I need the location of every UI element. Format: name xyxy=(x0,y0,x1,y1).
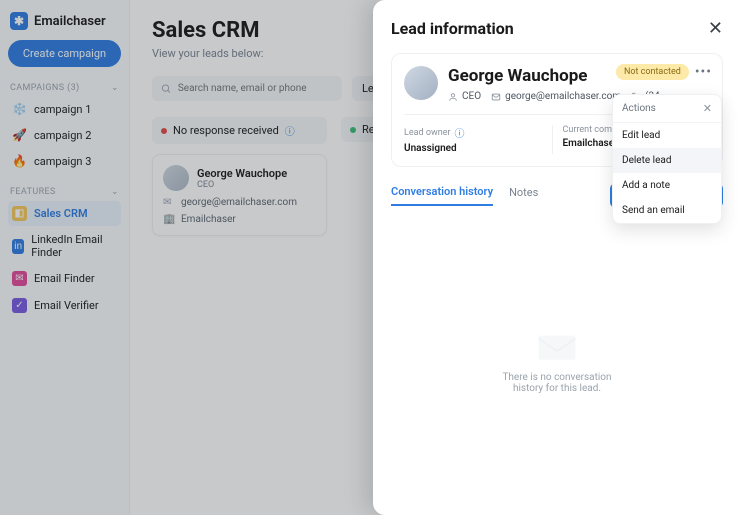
action-delete-lead[interactable]: Delete lead xyxy=(613,148,721,173)
empty-state: There is no conversation history for thi… xyxy=(391,208,723,515)
action-add-note[interactable]: Add a note xyxy=(613,173,721,198)
actions-close-button[interactable]: ✕ xyxy=(703,102,712,115)
lead-role: CEO xyxy=(448,91,481,102)
owner-label: Lead owner xyxy=(404,128,451,138)
lead-info-modal: Lead information ✕ Not contacted ••• Geo… xyxy=(373,0,741,515)
envelope-icon xyxy=(533,330,581,364)
user-icon xyxy=(448,92,458,102)
action-send-email[interactable]: Send an email xyxy=(613,198,721,223)
status-badge: Not contacted xyxy=(616,64,689,80)
actions-header: Actions xyxy=(622,103,656,114)
info-icon[interactable]: ⓘ xyxy=(455,125,465,140)
tab-notes[interactable]: Notes xyxy=(509,186,538,205)
actions-menu: Actions ✕ Edit lead Delete lead Add a no… xyxy=(612,94,722,224)
avatar xyxy=(404,66,438,100)
lead-email: george@emailchaser.com xyxy=(491,91,621,102)
lead-summary: Not contacted ••• George Wauchope CEO ge… xyxy=(391,53,723,167)
empty-line-2: history for this lead. xyxy=(502,383,611,394)
close-button[interactable]: ✕ xyxy=(708,18,723,39)
tab-conversation-history[interactable]: Conversation history xyxy=(391,185,493,206)
owner-value: Unassigned xyxy=(404,143,542,154)
empty-line-1: There is no conversation xyxy=(502,372,611,383)
mail-icon xyxy=(491,92,501,102)
modal-title: Lead information xyxy=(391,19,514,38)
action-edit-lead[interactable]: Edit lead xyxy=(613,123,721,148)
more-actions-button[interactable]: ••• xyxy=(695,64,712,80)
lead-owner-cell: Lead owner ⓘ Unassigned xyxy=(404,125,553,154)
